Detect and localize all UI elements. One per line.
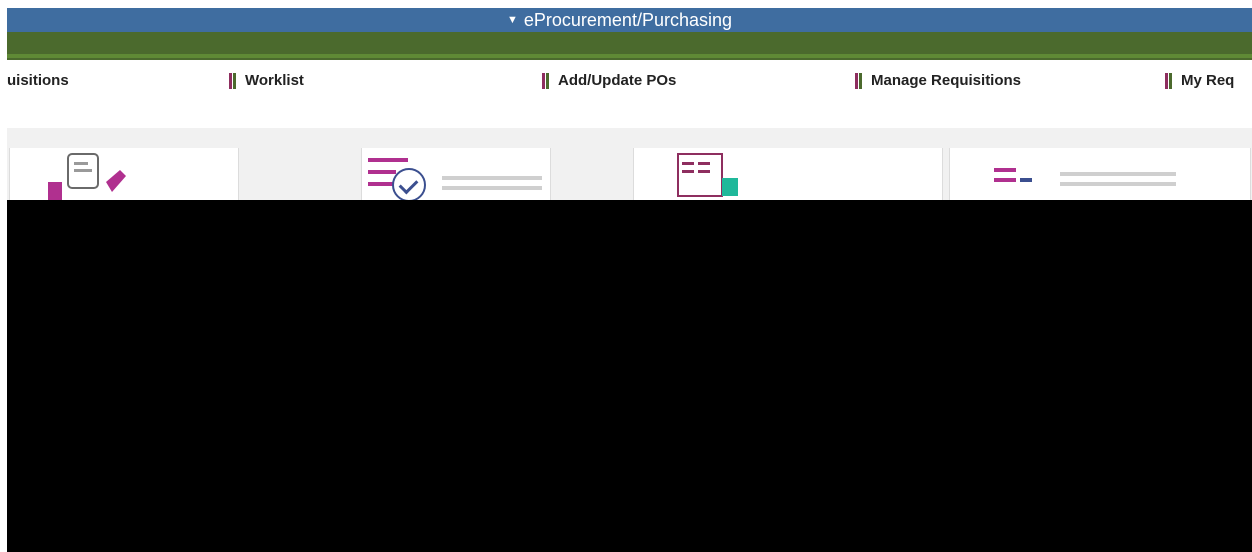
- tab-manage-requisitions[interactable]: Manage Requisitions: [855, 72, 1021, 89]
- tab-label: Worklist: [245, 72, 304, 89]
- tile-worklist[interactable]: [361, 148, 551, 202]
- header-bar: [7, 32, 1252, 60]
- tab-icon: [542, 72, 552, 89]
- purchase-order-icon: [677, 153, 738, 197]
- tab-label: My Req: [1181, 72, 1235, 89]
- tab-label: uisitions: [7, 72, 69, 89]
- check-circle-icon: [392, 168, 426, 202]
- tab-label: Add/Update POs: [558, 72, 677, 89]
- caret-down-icon: ▼: [507, 14, 518, 26]
- nav-banner-title[interactable]: ▼ eProcurement/Purchasing: [507, 10, 732, 31]
- tab-icon: [855, 72, 865, 89]
- tab-add-update-pos[interactable]: Add/Update POs: [542, 72, 676, 89]
- tab-icon: [229, 72, 239, 89]
- tab-requisitions[interactable]: uisitions: [7, 72, 69, 89]
- tab-my-requisitions[interactable]: My Req: [1165, 72, 1234, 89]
- requisition-icon: [48, 153, 126, 200]
- tile-manage-requisitions[interactable]: [949, 148, 1251, 200]
- tab-icon: [1165, 72, 1175, 89]
- tile-requisitions[interactable]: [9, 148, 239, 200]
- tab-worklist[interactable]: Worklist: [229, 72, 304, 89]
- tile-add-update-pos[interactable]: [633, 148, 943, 200]
- homepage-tabs: uisitions Worklist Add/Update POs Manage…: [7, 64, 1252, 100]
- tab-label: Manage Requisitions: [871, 72, 1022, 89]
- banner-title-text: eProcurement/Purchasing: [523, 9, 732, 30]
- obscured-content: [7, 200, 1252, 552]
- header-stripe: [7, 54, 1252, 58]
- nav-banner[interactable]: ▼ eProcurement/Purchasing: [7, 8, 1252, 32]
- tile-area: [7, 128, 1252, 202]
